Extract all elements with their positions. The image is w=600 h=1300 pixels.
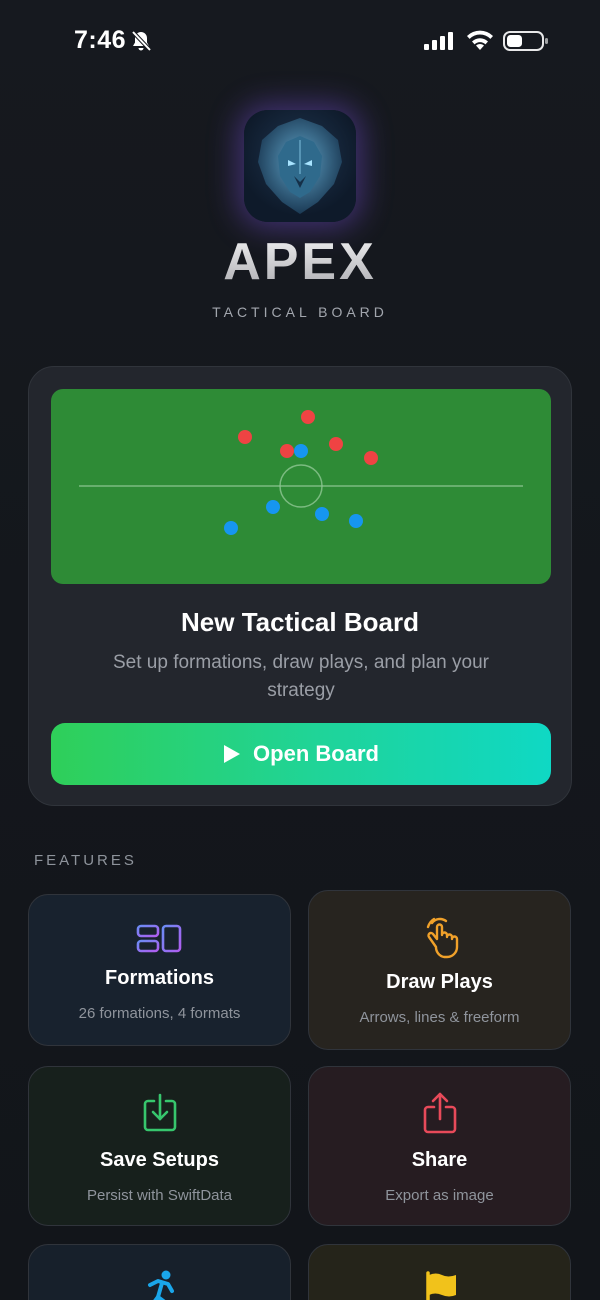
play-icon: [224, 745, 241, 763]
open-board-label: Open Board: [253, 741, 379, 766]
red-player-dot: [238, 430, 252, 444]
new-board-card[interactable]: New Tactical Board Set up formations, dr…: [28, 366, 572, 806]
feature-title: Draw Plays: [386, 971, 493, 993]
feature-title: Save Setups: [100, 1149, 219, 1171]
blue-player-dot: [349, 514, 363, 528]
status-time: 7:46: [74, 26, 127, 54]
app-title: APEX: [0, 232, 600, 292]
feature-card-save-setups[interactable]: Save Setups Persist with SwiftData: [28, 1066, 291, 1226]
feature-card-formations[interactable]: Formations 26 formations, 4 formats: [28, 894, 291, 1046]
feature-card-flag[interactable]: [308, 1244, 571, 1300]
formations-layout-icon: [136, 924, 181, 953]
feature-description: Persist with SwiftData: [86, 1187, 233, 1204]
cellular-signal-icon: [424, 32, 453, 50]
blue-player-dot: [294, 444, 308, 458]
blue-player-dot: [224, 521, 238, 535]
card-title: New Tactical Board: [181, 607, 419, 637]
bell-slash-icon: [131, 30, 152, 52]
open-board-button[interactable]: Open Board: [51, 723, 551, 785]
share-upload-icon: [423, 1092, 456, 1134]
red-player-dot: [364, 451, 378, 465]
app-subtitle: TACTICAL BOARD: [212, 304, 388, 320]
red-player-dot: [329, 437, 343, 451]
features-section-label: FEATURES: [34, 852, 137, 869]
lion-logo-icon: [244, 110, 356, 222]
blue-player-dot: [266, 500, 280, 514]
wifi-icon: [467, 30, 493, 50]
red-player-dot: [280, 444, 294, 458]
card-description: Set up formations, draw plays, and plan …: [113, 652, 489, 701]
feature-description: 26 formations, 4 formats: [78, 1005, 241, 1022]
flag-icon: [425, 1271, 456, 1300]
feature-card-run[interactable]: [28, 1244, 291, 1300]
feature-title: Share: [411, 1149, 468, 1171]
feature-card-draw-plays[interactable]: Draw Plays Arrows, lines & freeform: [308, 890, 571, 1050]
running-figure-icon: [147, 1270, 174, 1300]
tray-download-icon: [143, 1093, 176, 1132]
hand-tap-icon: [426, 917, 458, 959]
feature-description: Export as image: [385, 1187, 494, 1204]
battery-icon: [503, 31, 548, 51]
blue-player-dot: [315, 507, 329, 521]
feature-title: Formations: [105, 967, 214, 989]
status-bar: 7:46: [0, 0, 600, 80]
feature-card-share[interactable]: Share Export as image: [308, 1066, 571, 1226]
feature-description: Arrows, lines & freeform: [359, 1009, 520, 1026]
pitch-preview: [51, 389, 551, 584]
red-player-dot: [301, 410, 315, 424]
